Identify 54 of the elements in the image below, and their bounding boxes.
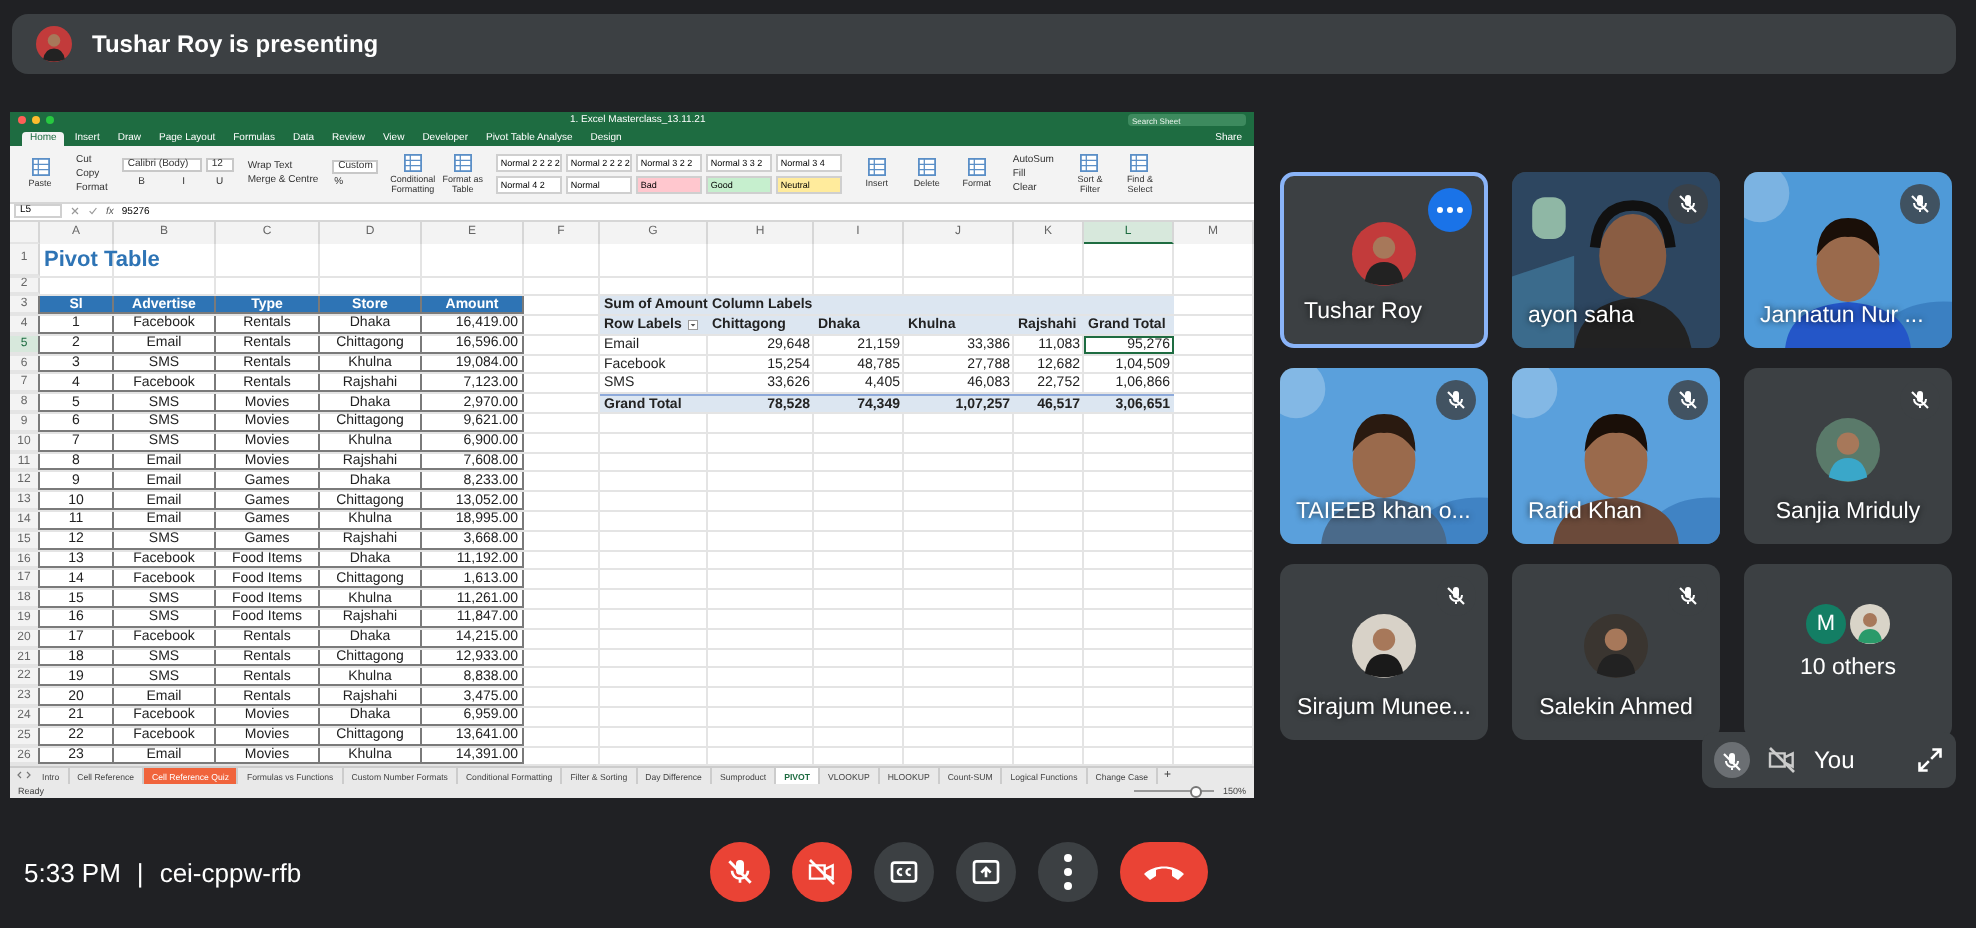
captions-icon [888,856,920,888]
participant-tile[interactable]: Tushar Roy [1280,172,1488,348]
grid-icon [403,153,422,172]
participant-name: Jannatun Nur ... [1760,304,1924,328]
grid-icon [1130,153,1149,172]
self-label: You [1814,746,1855,774]
participant-name: Salekin Ahmed [1537,696,1695,720]
end-call-button[interactable] [1120,842,1208,902]
participant-tile[interactable]: Sanjia Mriduly [1744,368,1952,544]
more-options-button[interactable] [1428,188,1472,232]
grid-icon [917,158,936,177]
filter-dropdown-icon[interactable] [687,319,698,330]
expand-icon[interactable] [1916,746,1944,774]
avatar-initial: M [1806,604,1846,644]
more-icon [1064,854,1072,890]
phone-icon [1144,864,1184,880]
sheet-nav-icon[interactable] [14,768,34,783]
cancel-icon[interactable] [70,206,80,217]
grid-icon [31,158,49,177]
participant-tile[interactable]: Jannatun Nur ... [1744,172,1952,348]
camera-off-icon [806,856,838,888]
participant-tile[interactable]: ayon saha [1512,172,1720,348]
more-options-button[interactable] [1038,842,1098,902]
grid-icon [453,153,472,172]
participant-name: Tushar Roy [1304,300,1425,324]
mic-off-icon[interactable] [1714,742,1750,778]
captions-button[interactable] [874,842,934,902]
window-minimize-button[interactable] [32,116,40,125]
camera-button[interactable] [792,842,852,902]
grid-icon [1080,153,1099,172]
check-icon[interactable] [88,206,98,217]
present-button[interactable] [956,842,1016,902]
separator-text: | [136,857,144,887]
participant-name: Sanjia Mriduly [1773,500,1923,524]
grid-icon [867,158,886,177]
grid-icon [967,158,986,177]
present-icon [970,856,1002,888]
camera-off-icon[interactable] [1766,744,1798,776]
participant-name: TAIEEB khan o... [1296,500,1471,524]
meeting-time: 5:33 PM [24,857,121,887]
meeting-code: cei-cppw-rfb [159,857,302,887]
participant-tile[interactable]: Salekin Ahmed [1512,564,1720,740]
participant-tile[interactable]: Sirajum Munee... [1280,564,1488,740]
window-zoom-button[interactable] [46,116,54,125]
pivot-header-cell [1084,296,1174,315]
mic-off-icon [724,856,756,888]
participant-tile[interactable]: TAIEEB khan o... [1280,368,1488,544]
presenting-banner-text: Tushar Roy is presenting [92,30,379,58]
mic-button[interactable] [710,842,770,902]
participant-name: ayon saha [1528,304,1635,328]
more-icon [1436,206,1464,214]
participant-name: Sirajum Munee... [1295,696,1473,720]
others-count: 10 others [1800,656,1896,680]
sheet-title: Pivot Table [44,247,160,271]
